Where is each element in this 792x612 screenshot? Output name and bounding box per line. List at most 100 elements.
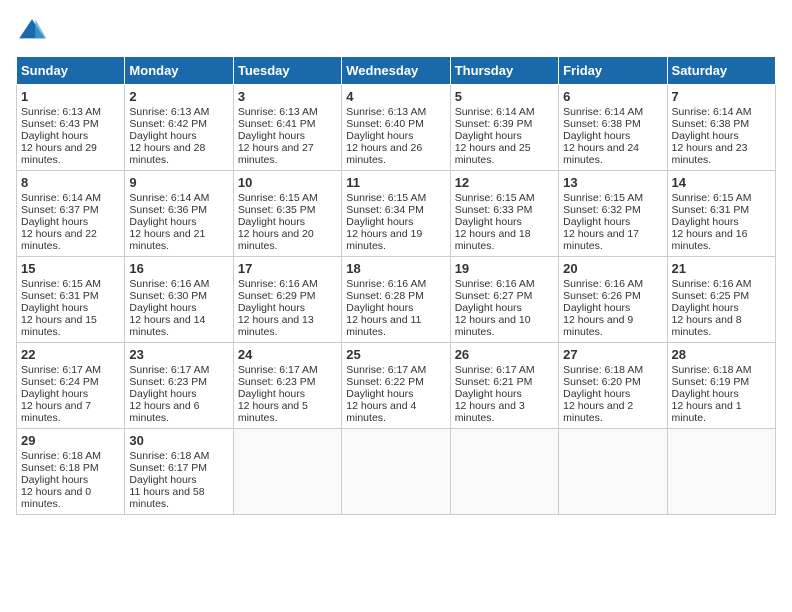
daylight-label: Daylight hours: [238, 130, 305, 142]
day-number: 22: [21, 347, 120, 362]
day-number: 26: [455, 347, 554, 362]
daylight-label: Daylight hours: [346, 130, 413, 142]
calendar-cell: 16Sunrise: 6:16 AMSunset: 6:30 PMDayligh…: [125, 257, 233, 343]
sunset: Sunset: 6:39 PM: [455, 118, 533, 130]
daylight-label: Daylight hours: [455, 130, 522, 142]
daylight-label: Daylight hours: [21, 302, 88, 314]
sunset: Sunset: 6:22 PM: [346, 376, 424, 388]
daylight-value: 12 hours and 18 minutes.: [455, 228, 531, 252]
daylight-value: 12 hours and 15 minutes.: [21, 314, 97, 338]
daylight-label: Daylight hours: [238, 388, 305, 400]
logo-icon: [16, 16, 48, 48]
sunset: Sunset: 6:37 PM: [21, 204, 99, 216]
sunrise: Sunrise: 6:14 AM: [672, 106, 752, 118]
sunset: Sunset: 6:36 PM: [129, 204, 207, 216]
daylight-value: 12 hours and 13 minutes.: [238, 314, 314, 338]
daylight-value: 12 hours and 20 minutes.: [238, 228, 314, 252]
sunrise: Sunrise: 6:17 AM: [346, 364, 426, 376]
day-number: 28: [672, 347, 771, 362]
daylight-label: Daylight hours: [563, 388, 630, 400]
page-header: [16, 16, 776, 48]
day-number: 21: [672, 261, 771, 276]
day-number: 12: [455, 175, 554, 190]
daylight-value: 12 hours and 10 minutes.: [455, 314, 531, 338]
sunrise: Sunrise: 6:18 AM: [129, 450, 209, 462]
week-row-5: 29Sunrise: 6:18 AMSunset: 6:18 PMDayligh…: [17, 429, 776, 515]
daylight-label: Daylight hours: [672, 302, 739, 314]
sunset: Sunset: 6:42 PM: [129, 118, 207, 130]
sunrise: Sunrise: 6:15 AM: [455, 192, 535, 204]
daylight-label: Daylight hours: [21, 216, 88, 228]
day-number: 15: [21, 261, 120, 276]
week-row-4: 22Sunrise: 6:17 AMSunset: 6:24 PMDayligh…: [17, 343, 776, 429]
day-number: 13: [563, 175, 662, 190]
sunrise: Sunrise: 6:17 AM: [129, 364, 209, 376]
daylight-value: 12 hours and 8 minutes.: [672, 314, 742, 338]
daylight-label: Daylight hours: [455, 216, 522, 228]
calendar-cell: [667, 429, 775, 515]
col-header-saturday: Saturday: [667, 57, 775, 85]
day-number: 10: [238, 175, 337, 190]
daylight-label: Daylight hours: [563, 216, 630, 228]
calendar-cell: 1Sunrise: 6:13 AMSunset: 6:43 PMDaylight…: [17, 85, 125, 171]
day-number: 16: [129, 261, 228, 276]
daylight-value: 12 hours and 7 minutes.: [21, 400, 91, 424]
daylight-label: Daylight hours: [238, 216, 305, 228]
sunrise: Sunrise: 6:17 AM: [21, 364, 101, 376]
daylight-label: Daylight hours: [346, 216, 413, 228]
sunset: Sunset: 6:34 PM: [346, 204, 424, 216]
day-number: 20: [563, 261, 662, 276]
calendar-cell: 6Sunrise: 6:14 AMSunset: 6:38 PMDaylight…: [559, 85, 667, 171]
sunrise: Sunrise: 6:15 AM: [672, 192, 752, 204]
sunrise: Sunrise: 6:15 AM: [21, 278, 101, 290]
sunset: Sunset: 6:23 PM: [129, 376, 207, 388]
daylight-value: 12 hours and 19 minutes.: [346, 228, 422, 252]
daylight-value: 12 hours and 0 minutes.: [21, 486, 91, 510]
sunset: Sunset: 6:23 PM: [238, 376, 316, 388]
sunrise: Sunrise: 6:13 AM: [238, 106, 318, 118]
daylight-value: 12 hours and 9 minutes.: [563, 314, 633, 338]
calendar-cell: 19Sunrise: 6:16 AMSunset: 6:27 PMDayligh…: [450, 257, 558, 343]
calendar-cell: 30Sunrise: 6:18 AMSunset: 6:17 PMDayligh…: [125, 429, 233, 515]
day-number: 6: [563, 89, 662, 104]
calendar-cell: 11Sunrise: 6:15 AMSunset: 6:34 PMDayligh…: [342, 171, 450, 257]
daylight-label: Daylight hours: [672, 388, 739, 400]
col-header-tuesday: Tuesday: [233, 57, 341, 85]
daylight-value: 12 hours and 26 minutes.: [346, 142, 422, 166]
sunrise: Sunrise: 6:17 AM: [455, 364, 535, 376]
sunrise: Sunrise: 6:13 AM: [21, 106, 101, 118]
sunrise: Sunrise: 6:16 AM: [346, 278, 426, 290]
daylight-label: Daylight hours: [672, 216, 739, 228]
calendar-cell: 23Sunrise: 6:17 AMSunset: 6:23 PMDayligh…: [125, 343, 233, 429]
calendar-cell: 20Sunrise: 6:16 AMSunset: 6:26 PMDayligh…: [559, 257, 667, 343]
daylight-label: Daylight hours: [563, 130, 630, 142]
sunset: Sunset: 6:40 PM: [346, 118, 424, 130]
daylight-value: 12 hours and 21 minutes.: [129, 228, 205, 252]
daylight-value: 12 hours and 1 minute.: [672, 400, 742, 424]
sunset: Sunset: 6:32 PM: [563, 204, 641, 216]
col-header-thursday: Thursday: [450, 57, 558, 85]
daylight-value: 12 hours and 24 minutes.: [563, 142, 639, 166]
daylight-label: Daylight hours: [129, 130, 196, 142]
calendar-cell: 5Sunrise: 6:14 AMSunset: 6:39 PMDaylight…: [450, 85, 558, 171]
sunrise: Sunrise: 6:18 AM: [672, 364, 752, 376]
daylight-value: 12 hours and 28 minutes.: [129, 142, 205, 166]
day-number: 17: [238, 261, 337, 276]
daylight-label: Daylight hours: [455, 388, 522, 400]
day-number: 3: [238, 89, 337, 104]
day-number: 14: [672, 175, 771, 190]
sunset: Sunset: 6:38 PM: [672, 118, 750, 130]
daylight-value: 12 hours and 11 minutes.: [346, 314, 421, 338]
daylight-value: 12 hours and 3 minutes.: [455, 400, 525, 424]
calendar-cell: 3Sunrise: 6:13 AMSunset: 6:41 PMDaylight…: [233, 85, 341, 171]
sunset: Sunset: 6:30 PM: [129, 290, 207, 302]
calendar-cell: [559, 429, 667, 515]
sunrise: Sunrise: 6:17 AM: [238, 364, 318, 376]
daylight-label: Daylight hours: [238, 302, 305, 314]
sunrise: Sunrise: 6:13 AM: [129, 106, 209, 118]
calendar-cell: 29Sunrise: 6:18 AMSunset: 6:18 PMDayligh…: [17, 429, 125, 515]
daylight-value: 12 hours and 22 minutes.: [21, 228, 97, 252]
daylight-label: Daylight hours: [21, 474, 88, 486]
day-number: 25: [346, 347, 445, 362]
daylight-label: Daylight hours: [21, 388, 88, 400]
